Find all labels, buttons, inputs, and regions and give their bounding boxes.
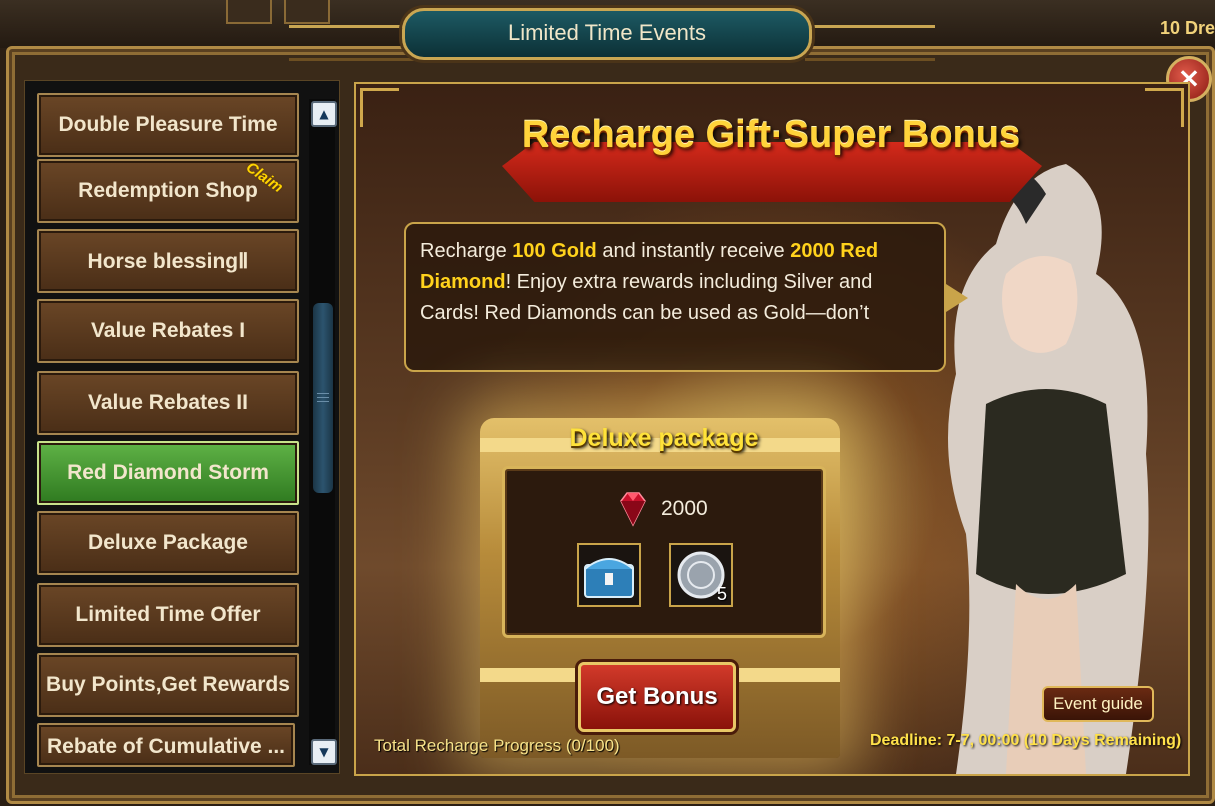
sidebar-scrollbar-thumb[interactable] bbox=[313, 303, 333, 493]
event-detail-panel: Recharge Gift·Super Bonus Recharge 100 G… bbox=[354, 82, 1190, 776]
reward-slot-chest[interactable] bbox=[577, 543, 641, 607]
sidebar-item-label: Limited Time Offer bbox=[75, 603, 261, 626]
scroll-up-button[interactable]: ▲ bbox=[311, 101, 337, 127]
package-rewards-box: 2000 5 bbox=[502, 466, 826, 638]
sidebar-item-double-pleasure-time[interactable]: Double Pleasure Time bbox=[37, 93, 299, 157]
sidebar-item-value-rebates-2[interactable]: Value Rebates II bbox=[37, 371, 299, 435]
event-list-sidebar: Double Pleasure Time Redemption Shop Cla… bbox=[24, 80, 340, 774]
sidebar-item-rebate-cumulative[interactable]: Rebate of Cumulative ... bbox=[37, 723, 295, 767]
sidebar-item-deluxe-package[interactable]: Deluxe Package bbox=[37, 511, 299, 575]
sidebar-item-label: Double Pleasure Time bbox=[58, 113, 278, 136]
sidebar-item-label: Horse blessingⅡ bbox=[87, 249, 249, 273]
red-diamond-icon bbox=[620, 492, 646, 527]
sidebar-item-horse-blessing[interactable]: Horse blessingⅡ bbox=[37, 229, 299, 293]
package-title: Deluxe package bbox=[569, 424, 759, 452]
sidebar-item-redemption-shop[interactable]: Redemption Shop Claim bbox=[37, 159, 299, 223]
scroll-grip-line bbox=[317, 397, 329, 398]
hud-right-text: 10 Dre bbox=[1159, 18, 1215, 38]
title-ornament-right bbox=[805, 25, 935, 61]
event-description: Recharge 100 Gold and instantly receive … bbox=[404, 222, 946, 372]
sidebar-item-label: Buy Points,Get Rewards bbox=[46, 673, 290, 696]
event-guide-button[interactable]: Event guide bbox=[1042, 686, 1154, 722]
window-title: Limited Time Events bbox=[402, 8, 812, 60]
red-diamond-reward: 2000 bbox=[613, 489, 708, 529]
hud-slot-icon[interactable] bbox=[226, 0, 272, 24]
title-ornament-left bbox=[289, 25, 419, 61]
description-highlight-gold: 100 Gold bbox=[512, 240, 597, 262]
corner-ornament bbox=[360, 88, 399, 127]
deadline-text: Deadline: 7-7, 00:00 (10 Days Remaining) bbox=[870, 732, 1182, 749]
treasure-chest-icon bbox=[584, 558, 634, 598]
corner-ornament bbox=[1145, 88, 1184, 127]
sidebar-item-label: Rebate of Cumulative ... bbox=[46, 735, 286, 758]
recharge-progress-text: Total Recharge Progress (0/100) bbox=[374, 736, 620, 755]
reward-slot-silver[interactable]: 5 bbox=[669, 543, 733, 607]
sidebar-item-label: Deluxe Package bbox=[88, 531, 248, 554]
scroll-grip-line bbox=[317, 401, 329, 402]
scroll-down-button[interactable]: ▼ bbox=[311, 739, 337, 765]
diamond-amount: 2000 bbox=[661, 497, 708, 520]
scroll-grip-line bbox=[317, 393, 329, 394]
item-count: 5 bbox=[716, 584, 727, 604]
sidebar-item-red-diamond-storm[interactable]: Red Diamond Storm bbox=[37, 441, 299, 505]
sidebar-item-limited-time-offer[interactable]: Limited Time Offer bbox=[37, 583, 299, 647]
hud-slot-icon[interactable] bbox=[284, 0, 330, 24]
description-text: Recharge bbox=[420, 240, 513, 262]
sidebar-item-label: Value Rebates I bbox=[90, 319, 246, 342]
event-banner-title: Recharge Gift·Super Bonus bbox=[521, 114, 1021, 156]
get-bonus-button[interactable]: Get Bonus bbox=[578, 662, 736, 732]
sidebar-item-buy-points[interactable]: Buy Points,Get Rewards bbox=[37, 653, 299, 717]
sidebar-item-value-rebates-1[interactable]: Value Rebates I bbox=[37, 299, 299, 363]
sidebar-item-label: Redemption Shop bbox=[78, 179, 258, 202]
sidebar-item-label: Red Diamond Storm bbox=[67, 461, 269, 484]
speech-tail bbox=[946, 284, 968, 312]
description-text: and instantly receive bbox=[596, 240, 791, 262]
sidebar-item-label: Value Rebates II bbox=[88, 391, 248, 414]
